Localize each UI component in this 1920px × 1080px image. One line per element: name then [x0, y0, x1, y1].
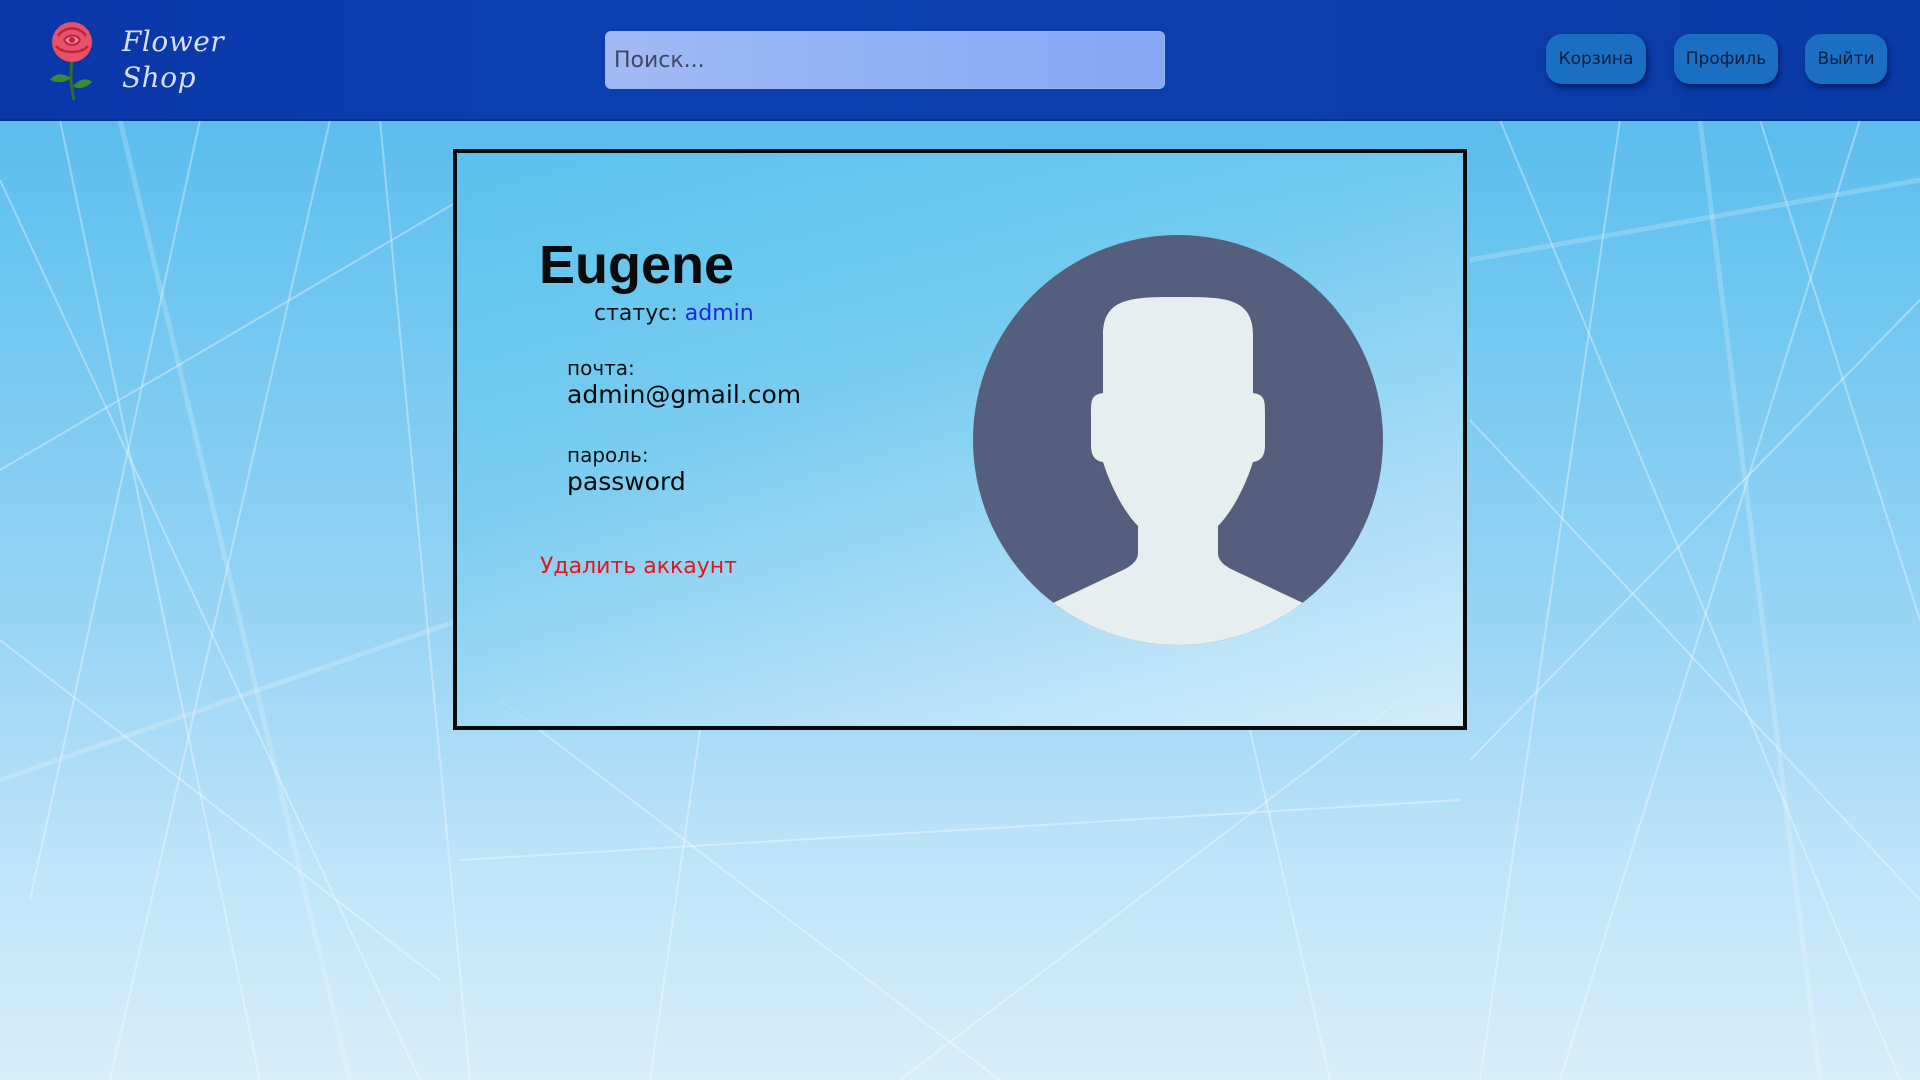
status-row: статус: admin: [594, 299, 754, 329]
password-label: пароль:: [567, 443, 649, 467]
logo-text-line1: Flower: [122, 25, 225, 58]
user-avatar-icon: [973, 235, 1383, 645]
profile-button[interactable]: Профиль: [1674, 34, 1778, 84]
delete-account-link[interactable]: Удалить аккаунт: [540, 552, 737, 582]
status-value: admin: [684, 301, 754, 326]
logo-text: Flower Shop: [122, 24, 224, 96]
profile-card: Eugene статус: admin почта: admin@gmail.…: [453, 149, 1467, 730]
site-header: Flower Shop Корзина Профиль Выйти: [0, 0, 1920, 121]
status-label: статус:: [594, 301, 678, 326]
cart-button[interactable]: Корзина: [1546, 34, 1646, 84]
user-name: Eugene: [539, 235, 735, 295]
search-input[interactable]: [605, 31, 1165, 89]
page: Flower Shop Корзина Профиль Выйти Eugene…: [0, 0, 1920, 1080]
email-value: admin@gmail.com: [567, 380, 802, 409]
password-value: password: [567, 467, 686, 496]
logo[interactable]: Flower Shop: [40, 18, 224, 104]
email-label: почта:: [567, 356, 635, 380]
logout-button[interactable]: Выйти: [1805, 34, 1887, 84]
logo-text-line2: Shop: [122, 61, 196, 94]
rose-icon: [50, 22, 92, 101]
